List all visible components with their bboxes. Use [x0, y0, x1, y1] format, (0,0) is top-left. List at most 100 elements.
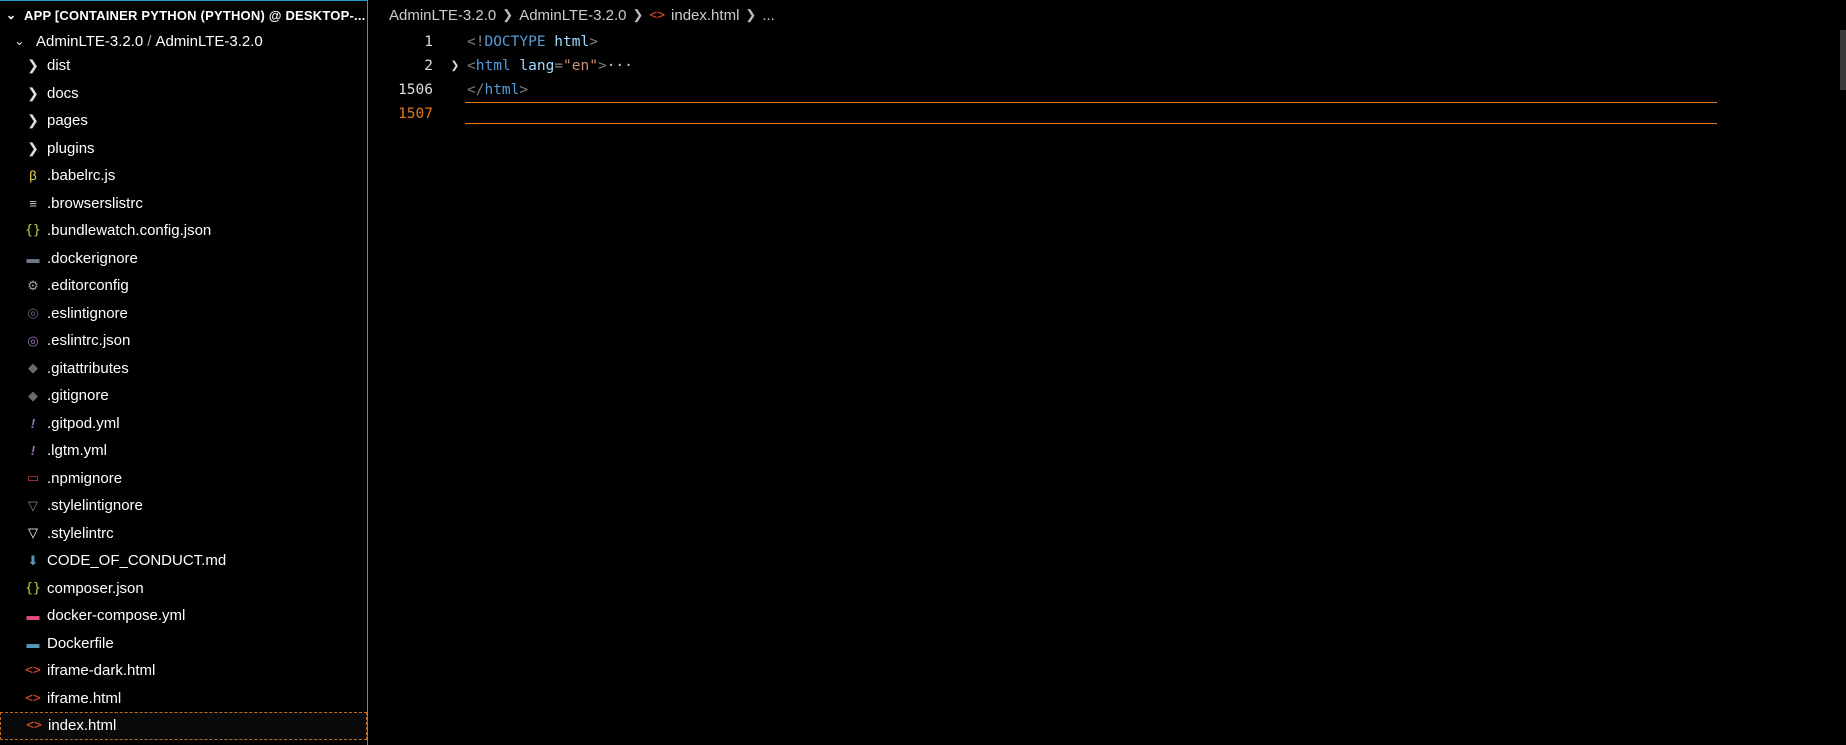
- tree-item-label: .eslintignore: [47, 304, 128, 322]
- code-token: DOCTYPE: [484, 34, 546, 50]
- tree-item[interactable]: ◆ .gitignore: [0, 382, 367, 410]
- tree-item-label: docker-compose.yml: [47, 607, 186, 625]
- tree-item-label: .editorconfig: [47, 277, 129, 295]
- file-tree: ❯ dist ❯ docs ❯ pages ❯ plugins β .babelrc.js ≡ .br…: [0, 52, 367, 745]
- tree-item[interactable]: {} .bundlewatch.config.json: [0, 217, 367, 245]
- explorer-title: APP [CONTAINER PYTHON (PYTHON) @ DESKTOP…: [24, 7, 366, 23]
- chevron-down-icon: ⌄: [6, 8, 17, 22]
- tree-item-label: .dockerignore: [47, 249, 138, 267]
- root-path-separator: /: [147, 32, 152, 50]
- breadcrumb-file[interactable]: index.html: [671, 7, 739, 24]
- explorer-header[interactable]: ⌄ APP [CONTAINER PYTHON (PYTHON) @ DESKT…: [0, 0, 367, 30]
- tree-item[interactable]: {} composer.json: [0, 575, 367, 603]
- tree-item[interactable]: ▬ .dockerignore: [0, 245, 367, 273]
- code-text: </html>: [467, 82, 528, 98]
- npm-icon: ▭: [26, 470, 40, 486]
- tree-item-label: .stylelintignore: [47, 497, 143, 515]
- lines-icon: ≡: [29, 195, 37, 211]
- tree-item[interactable]: ❯ plugins: [0, 135, 367, 163]
- fold-chevron-icon[interactable]: ❯: [443, 58, 467, 74]
- current-line-highlight: [465, 102, 1717, 124]
- tree-item-label: .gitignore: [47, 387, 109, 405]
- stylelint-icon: ▽: [28, 497, 38, 513]
- code-token: =: [554, 58, 564, 74]
- tree-item-label: index.html: [48, 717, 117, 735]
- explorer-sidebar: ⌄ APP [CONTAINER PYTHON (PYTHON) @ DESKT…: [0, 0, 368, 745]
- breadcrumb-folder-1[interactable]: AdminLTE-3.2.0: [389, 7, 496, 24]
- chevron-right-icon: ❯: [27, 84, 39, 101]
- eslint-icon: ◎: [27, 305, 39, 321]
- tree-item-label: iframe.html: [47, 689, 122, 707]
- code-token: ···: [606, 58, 633, 74]
- tree-item[interactable]: <> iframe-dark.html: [0, 657, 367, 685]
- code-token: <: [467, 58, 476, 74]
- tree-item[interactable]: ◎ .eslintrc.json: [0, 327, 367, 355]
- tree-item[interactable]: <> iframe.html: [0, 685, 367, 713]
- tree-item[interactable]: ❯ dist: [0, 52, 367, 80]
- tree-item[interactable]: ▽ .stylelintrc: [0, 520, 367, 548]
- line-number: 1507: [398, 106, 433, 122]
- json-braces-icon: {}: [25, 223, 41, 239]
- tree-item[interactable]: ▬ Dockerfile: [0, 630, 367, 658]
- tree-item[interactable]: ▽ .stylelintignore: [0, 492, 367, 520]
- tree-item-active[interactable]: <> index.html: [0, 712, 367, 740]
- tree-item-label: .lgtm.yml: [47, 442, 107, 460]
- git-icon: ◆: [28, 360, 38, 376]
- tree-item[interactable]: ❯ docs: [0, 80, 367, 108]
- tree-item-label: plugins: [47, 139, 95, 157]
- tree-item-label: .npmignore: [47, 469, 123, 487]
- tree-item-label: composer.json: [47, 579, 144, 597]
- docker-icon: ▬: [26, 608, 40, 624]
- stylelint-icon: ▽: [28, 525, 38, 541]
- tree-item[interactable]: ▭ .npmignore: [0, 465, 367, 493]
- docker-icon: ▬: [26, 250, 40, 266]
- tree-item[interactable]: ❯ pages: [0, 107, 367, 135]
- code-token: "en": [563, 58, 598, 74]
- tree-item[interactable]: ◎ .eslintignore: [0, 300, 367, 328]
- gear-icon: ⚙: [27, 277, 39, 293]
- line-number: 1: [424, 34, 433, 50]
- breadcrumb-symbols[interactable]: ...: [762, 7, 775, 24]
- tree-item[interactable]: ◆ .gitattributes: [0, 355, 367, 383]
- code-text: <html lang="en">···: [467, 58, 633, 74]
- tree-item[interactable]: ! .lgtm.yml: [0, 437, 367, 465]
- root-subfolder-name: AdminLTE-3.2.0: [155, 32, 263, 50]
- code-line-current[interactable]: 1507: [369, 102, 1846, 126]
- chevron-right-icon: ❯: [27, 112, 39, 129]
- chevron-down-icon: ⌄: [14, 33, 25, 48]
- code-line[interactable]: 1506 </html>: [369, 78, 1846, 102]
- workspace-root-folder[interactable]: ⌄ AdminLTE-3.2.0 / AdminLTE-3.2.0: [0, 30, 367, 52]
- code-token: >: [589, 34, 598, 50]
- docker-icon: ▬: [26, 635, 40, 651]
- tree-item[interactable]: <>index2.html: [0, 740, 367, 745]
- vertical-scrollbar[interactable]: [1840, 30, 1846, 90]
- breadcrumb-folder-2[interactable]: AdminLTE-3.2.0: [519, 7, 626, 24]
- tree-item-label: .stylelintrc: [47, 524, 114, 542]
- tree-item[interactable]: ⚙ .editorconfig: [0, 272, 367, 300]
- chevron-right-icon: ❯: [502, 7, 514, 22]
- tree-item[interactable]: ⬇ CODE_OF_CONDUCT.md: [0, 547, 367, 575]
- tree-item-label: iframe-dark.html: [47, 662, 156, 680]
- tree-item[interactable]: ▬ docker-compose.yml: [0, 602, 367, 630]
- tree-item-label: .gitattributes: [47, 359, 129, 377]
- tree-item-label: pages: [47, 112, 88, 130]
- tree-item-label: CODE_OF_CONDUCT.md: [47, 552, 227, 570]
- code-area[interactable]: 1 <!DOCTYPE html> 2 ❯ <html lang="en">··· 150…: [369, 30, 1846, 126]
- code-token: </: [467, 82, 485, 98]
- code-line[interactable]: 2 ❯ <html lang="en">···: [369, 54, 1846, 78]
- tree-item-label: .eslintrc.json: [47, 332, 131, 350]
- tree-item[interactable]: β .babelrc.js: [0, 162, 367, 190]
- code-line[interactable]: 1 <!DOCTYPE html>: [369, 30, 1846, 54]
- download-arrow-icon: ⬇: [27, 552, 39, 568]
- tree-item-label: .gitpod.yml: [47, 414, 120, 432]
- editor-pane: AdminLTE-3.2.0 ❯ AdminLTE-3.2.0 ❯ <> ind…: [369, 0, 1846, 745]
- html-icon: <>: [649, 7, 666, 23]
- babel-icon: β: [29, 168, 37, 184]
- code-token: >: [597, 58, 607, 74]
- tree-item[interactable]: ! .gitpod.yml: [0, 410, 367, 438]
- code-token: >: [519, 82, 529, 98]
- line-number: 1506: [398, 82, 433, 98]
- chevron-right-icon: ❯: [745, 7, 757, 22]
- tree-item[interactable]: ≡ .browserslistrc: [0, 190, 367, 218]
- tree-item-label: .bundlewatch.config.json: [47, 222, 212, 240]
